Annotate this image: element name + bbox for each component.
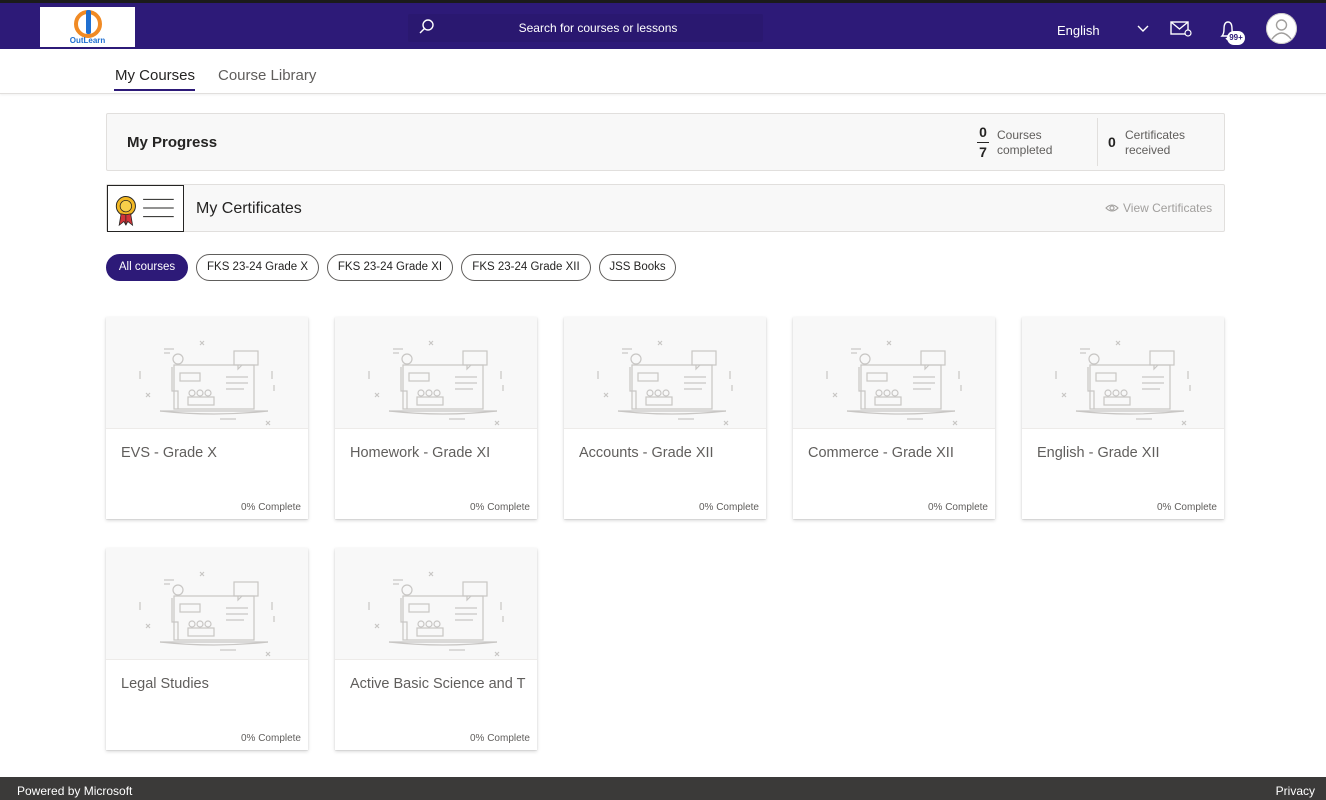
course-title[interactable]: Active Basic Science and T (350, 676, 530, 692)
course-title[interactable]: Homework - Grade XI (350, 445, 530, 461)
search-box[interactable] (408, 14, 763, 42)
course-card[interactable]: Active Basic Science and T 0% Complete (335, 548, 537, 750)
courses-label-line2: completed (997, 143, 1053, 157)
course-progress: 0% Complete (698, 502, 759, 513)
logo-bar (86, 10, 91, 34)
course-thumbnail-illustration (597, 340, 733, 426)
progress-title: My Progress (127, 134, 218, 151)
course-thumbnail[interactable] (335, 548, 537, 660)
course-thumbnail[interactable] (106, 317, 308, 429)
course-thumbnail[interactable] (335, 317, 537, 429)
certificates-panel: My Certificates View Certificates (106, 184, 1225, 232)
course-progress: 0% Complete (240, 502, 301, 513)
certificate-illustration (107, 185, 184, 232)
course-title[interactable]: English - Grade XII (1037, 445, 1217, 461)
course-thumbnail-illustration (139, 340, 275, 426)
filter-grade-x[interactable]: FKS 23-24 Grade X (196, 254, 319, 281)
fraction-divider (977, 142, 989, 143)
search-icon[interactable] (418, 18, 436, 36)
course-card[interactable]: Accounts - Grade XII 0% Complete (564, 317, 766, 519)
course-thumbnail[interactable] (106, 548, 308, 660)
course-card[interactable]: EVS - Grade X 0% Complete (106, 317, 308, 519)
course-thumbnail[interactable] (793, 317, 995, 429)
progress-panel: My Progress 0 7 Courses completed 0 Cert… (106, 113, 1225, 171)
notification-badge: 99+ (1227, 31, 1245, 45)
certificates-received-label: Certificates received (1125, 128, 1185, 158)
certificates-received-count: 0 (1108, 134, 1116, 150)
certificates-label-line1: Certificates (1125, 128, 1186, 142)
tab-bar: My Courses Course Library (0, 49, 1326, 94)
course-title[interactable]: EVS - Grade X (121, 445, 301, 461)
chevron-down-icon[interactable] (1136, 22, 1150, 36)
user-icon (1266, 13, 1297, 44)
view-certificates-link[interactable]: View Certificates (1105, 201, 1212, 215)
courses-fraction: 0 7 (977, 124, 989, 161)
certificates-label-line2: received (1125, 143, 1171, 157)
course-progress: 0% Complete (240, 733, 301, 744)
courses-completed-label: Courses completed (997, 128, 1052, 158)
course-card[interactable]: Homework - Grade XI 0% Complete (335, 317, 537, 519)
course-thumbnail[interactable] (1022, 317, 1224, 429)
course-title[interactable]: Commerce - Grade XII (808, 445, 988, 461)
courses-label-line1: Courses (997, 128, 1042, 142)
course-progress: 0% Complete (927, 502, 988, 513)
course-thumbnail[interactable] (564, 317, 766, 429)
avatar[interactable] (1266, 13, 1297, 44)
course-title[interactable]: Accounts - Grade XII (579, 445, 759, 461)
course-progress: 0% Complete (1156, 502, 1217, 513)
filter-jss-books[interactable]: JSS Books (599, 254, 676, 281)
filter-grade-xi[interactable]: FKS 23-24 Grade XI (327, 254, 453, 281)
stat-divider (1097, 118, 1098, 166)
certificates-title: My Certificates (196, 200, 302, 217)
certificate-icon (115, 196, 174, 227)
filter-all-courses[interactable]: All courses (106, 254, 188, 281)
course-card[interactable]: English - Grade XII 0% Complete (1022, 317, 1224, 519)
course-thumbnail-illustration (139, 571, 275, 657)
course-thumbnail-illustration (368, 340, 504, 426)
top-bar: OutLearn English 99+ (0, 0, 1326, 49)
logo-text: OutLearn (69, 36, 106, 45)
course-thumbnail-illustration (368, 571, 504, 657)
course-card[interactable]: Legal Studies 0% Complete (106, 548, 308, 750)
powered-by-text: Powered by Microsoft (17, 784, 133, 798)
filter-grade-xii[interactable]: FKS 23-24 Grade XII (461, 254, 591, 281)
mail-settings-icon[interactable] (1170, 20, 1192, 38)
course-thumbnail-illustration (1055, 340, 1191, 426)
outlearn-logo[interactable]: OutLearn (40, 7, 135, 47)
course-progress: 0% Complete (469, 502, 530, 513)
tab-course-library[interactable]: Course Library (218, 67, 316, 84)
course-title[interactable]: Legal Studies (121, 676, 301, 692)
course-progress: 0% Complete (469, 733, 530, 744)
search-input[interactable] (448, 14, 748, 42)
course-thumbnail-illustration (826, 340, 962, 426)
courses-total-count: 7 (979, 144, 987, 160)
courses-completed-count: 0 (979, 124, 987, 140)
privacy-link[interactable]: Privacy (1276, 784, 1315, 798)
tab-my-courses[interactable]: My Courses (115, 67, 195, 84)
course-card[interactable]: Commerce - Grade XII 0% Complete (793, 317, 995, 519)
language-selector[interactable]: English (1057, 23, 1100, 38)
active-tab-indicator (114, 89, 195, 91)
footer: Powered by Microsoft Privacy (0, 777, 1326, 800)
